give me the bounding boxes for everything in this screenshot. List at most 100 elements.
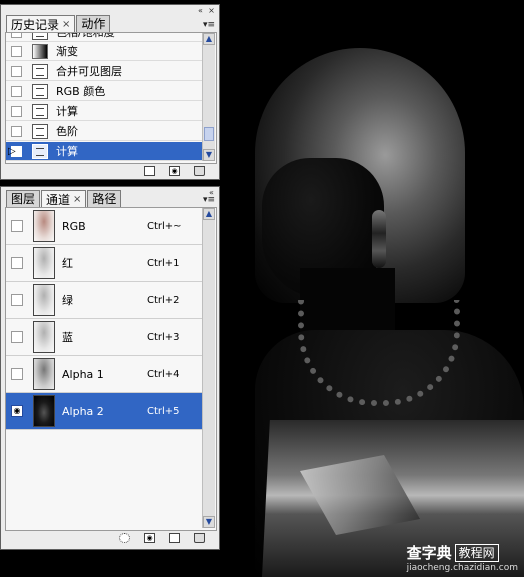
history-titlebar: « × — [196, 6, 216, 16]
doc-icon — [32, 123, 48, 139]
scroll-up-icon[interactable]: ▲ — [203, 33, 215, 45]
tab-close-icon[interactable]: × — [73, 192, 81, 208]
watermark-url: jiaocheng.chazidian.com — [406, 563, 518, 573]
create-snapshot-icon[interactable]: ◉ — [169, 166, 180, 176]
doc-icon — [32, 103, 48, 119]
channel-name: Alpha 1 — [62, 367, 104, 381]
eye-icon[interactable]: ◉ — [11, 405, 23, 417]
channel-row-green[interactable]: 绿 Ctrl+2 — [6, 282, 202, 319]
channel-name: 红 — [62, 257, 73, 270]
trash-icon[interactable] — [194, 166, 205, 176]
tab-layers[interactable]: 图层 — [6, 190, 41, 207]
gradient-icon — [32, 43, 48, 59]
watermark-box: 教程网 — [454, 543, 499, 562]
collapse-icon[interactable]: « — [196, 6, 205, 15]
channels-scrollbar[interactable]: ▲ ▼ — [202, 208, 215, 528]
history-item[interactable]: RGB 颜色 — [6, 82, 202, 101]
scroll-down-icon[interactable]: ▼ — [203, 516, 215, 528]
tab-close-icon[interactable]: × — [62, 17, 70, 33]
save-selection-as-channel-icon[interactable]: ◉ — [144, 533, 155, 543]
channel-shortcut: Ctrl+3 — [147, 331, 180, 343]
history-list: 色相/饱和度 渐变 合并可见图层 RGB 颜色 计算 色阶 ▷ 计算 ▲ ▼ — [5, 32, 217, 164]
tab-history[interactable]: 历史记录 × — [6, 15, 76, 33]
channel-shortcut: Ctrl+2 — [147, 294, 180, 306]
scroll-down-icon[interactable]: ▼ — [203, 149, 215, 161]
create-new-channel-icon[interactable] — [169, 533, 180, 543]
tab-label: 历史记录 — [11, 17, 60, 32]
channel-name: RGB — [62, 219, 86, 233]
doc-icon — [32, 33, 48, 40]
load-channel-as-selection-icon[interactable] — [119, 533, 130, 543]
snapshot-source-checkbox[interactable]: ▷ — [8, 145, 22, 157]
history-item-selected[interactable]: ▷ 计算 — [6, 142, 202, 161]
tab-channels[interactable]: 通道 × — [41, 190, 87, 208]
tab-label: 图层 — [11, 192, 36, 206]
channel-thumbnail — [33, 395, 55, 427]
channel-name: 蓝 — [62, 331, 73, 344]
channel-shortcut: Ctrl+1 — [147, 257, 180, 269]
history-item-label: 色相/饱和度 — [56, 32, 115, 39]
watermark-site: 查字典 — [406, 544, 452, 562]
history-item-label: 计算 — [56, 145, 78, 158]
history-footer: ◉ — [1, 162, 219, 180]
panel-menu-icon[interactable]: ▾≡ — [202, 19, 216, 31]
doc-icon — [32, 63, 48, 79]
channels-panel: « 图层 通道 × 路径 ▾≡ RGB Ctrl+~ 红 Ctrl+1 绿 Ct… — [0, 186, 220, 550]
watermark: 查字典 教程网 jiaocheng.chazidian.com — [407, 542, 518, 573]
tab-label: 动作 — [81, 17, 106, 31]
channel-row-red[interactable]: 红 Ctrl+1 — [6, 245, 202, 282]
channel-thumbnail — [33, 321, 55, 353]
visibility-toggle[interactable] — [11, 220, 23, 232]
channels-footer: ◉ — [1, 529, 219, 547]
history-panel: « × 历史记录 × 动作 ▾≡ 色相/饱和度 渐变 合并可见图层 RGB 颜色… — [0, 4, 220, 180]
history-item[interactable]: 色阶 — [6, 122, 202, 141]
tab-label: 路径 — [92, 192, 117, 206]
channel-row-alpha1[interactable]: Alpha 1 Ctrl+4 — [6, 356, 202, 393]
history-scrollbar[interactable]: ▲ ▼ — [202, 33, 215, 161]
history-item[interactable]: 计算 — [6, 102, 202, 121]
trash-icon[interactable] — [194, 533, 205, 543]
history-item-label: 计算 — [56, 105, 78, 118]
channel-row-rgb[interactable]: RGB Ctrl+~ — [6, 208, 202, 245]
doc-icon — [32, 83, 48, 99]
tab-label: 通道 — [46, 192, 71, 207]
new-document-from-state-icon[interactable] — [144, 166, 155, 176]
history-item-label: 渐变 — [56, 45, 78, 58]
history-item-label: 合并可见图层 — [56, 65, 122, 78]
snapshot-source-checkbox[interactable] — [11, 45, 22, 57]
history-tabs: 历史记录 × 动作 — [6, 15, 111, 33]
history-item[interactable]: 渐变 — [6, 42, 202, 61]
panel-menu-icon[interactable]: ▾≡ — [202, 194, 216, 206]
channel-thumbnail — [33, 210, 55, 242]
scroll-thumb[interactable] — [204, 127, 214, 141]
history-item-label: 色阶 — [56, 125, 78, 138]
tab-paths[interactable]: 路径 — [87, 190, 122, 207]
channel-name: Alpha 2 — [62, 404, 104, 418]
snapshot-source-checkbox[interactable] — [11, 105, 22, 117]
visibility-toggle[interactable] — [11, 368, 23, 380]
history-item[interactable]: 色相/饱和度 — [6, 32, 202, 42]
channel-thumbnail — [33, 358, 55, 390]
scroll-up-icon[interactable]: ▲ — [203, 208, 215, 220]
channel-row-alpha2[interactable]: ◉ Alpha 2 Ctrl+5 — [6, 393, 202, 430]
history-item[interactable]: 合并可见图层 — [6, 62, 202, 81]
snapshot-source-checkbox[interactable] — [11, 85, 22, 97]
channel-shortcut: Ctrl+4 — [147, 368, 180, 380]
visibility-toggle[interactable] — [11, 294, 23, 306]
doc-icon — [32, 143, 48, 159]
channel-row-blue[interactable]: 蓝 Ctrl+3 — [6, 319, 202, 356]
visibility-toggle[interactable] — [11, 331, 23, 343]
tab-actions[interactable]: 动作 — [76, 15, 111, 32]
snapshot-source-checkbox[interactable] — [11, 125, 22, 137]
channel-shortcut: Ctrl+~ — [147, 220, 182, 232]
history-state-pointer-icon: ▷ — [8, 145, 16, 157]
channel-shortcut: Ctrl+5 — [147, 405, 180, 417]
history-item-label: RGB 颜色 — [56, 85, 106, 98]
channel-name: 绿 — [62, 294, 73, 307]
channel-thumbnail — [33, 247, 55, 279]
snapshot-source-checkbox[interactable] — [11, 33, 22, 38]
visibility-toggle[interactable] — [11, 257, 23, 269]
channels-list: RGB Ctrl+~ 红 Ctrl+1 绿 Ctrl+2 蓝 Ctrl+3 Al… — [5, 207, 217, 531]
snapshot-source-checkbox[interactable] — [11, 65, 22, 77]
close-icon[interactable]: × — [207, 6, 216, 15]
